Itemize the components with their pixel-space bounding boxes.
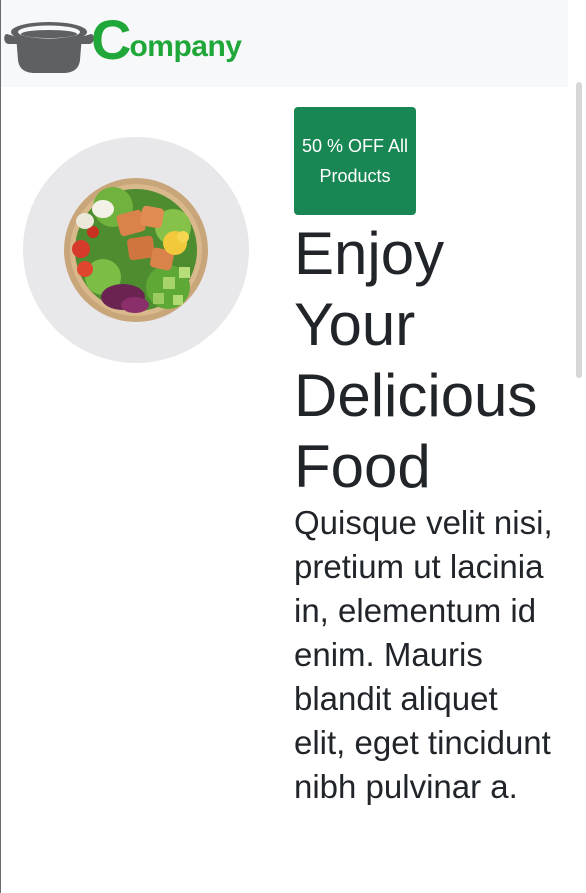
hero-title: Enjoy Your Delicious Food: [294, 220, 538, 500]
scrollbar-thumb[interactable]: [576, 82, 582, 378]
salad-bowl-image: [23, 137, 249, 363]
brand-rest: ompany: [129, 30, 242, 63]
cooking-pot-icon: [4, 22, 94, 73]
page: C ompany 50 % OFF All Products Enjoy You…: [0, 0, 586, 893]
site-header: C ompany: [1, 0, 569, 87]
brand-name[interactable]: C ompany: [91, 8, 242, 71]
hero-description: Quisque velit nisi, pretium ut lacinia i…: [294, 504, 553, 805]
scrollbar[interactable]: [568, 0, 586, 893]
logo-link[interactable]: [3, 10, 95, 76]
brand-initial: C: [91, 8, 131, 71]
discount-badge: 50 % OFF All Products: [294, 107, 416, 215]
salad-bowl-icon: [64, 178, 208, 322]
